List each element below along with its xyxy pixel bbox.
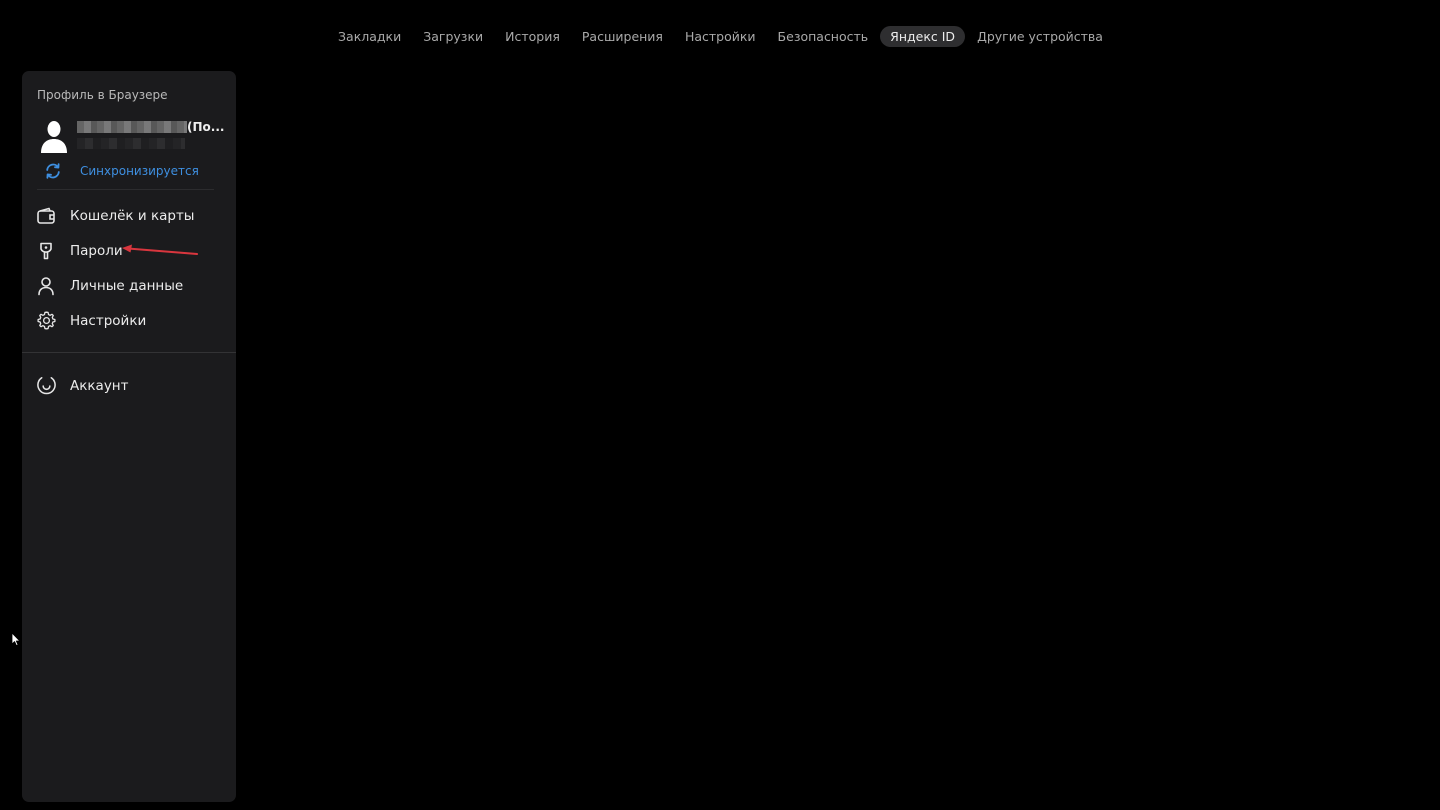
person-icon — [35, 275, 57, 297]
sync-icon — [46, 163, 60, 179]
sidebar-item-label: Кошелёк и карты — [70, 207, 195, 224]
sidebar-menu: Кошелёк и карты Пароли Личные данные Нас… — [22, 198, 236, 338]
gear-icon — [35, 310, 57, 332]
tab-other-devices[interactable]: Другие устройства — [967, 26, 1113, 47]
sidebar-item-settings[interactable]: Настройки — [22, 303, 236, 338]
divider — [22, 352, 236, 353]
sync-status-label: Синхронизируется — [80, 164, 199, 178]
key-icon — [35, 240, 57, 262]
sync-status[interactable]: Синхронизируется — [44, 161, 199, 181]
wallet-icon — [35, 205, 57, 227]
sidebar: Профиль в Браузере (По... Синхронизирует… — [22, 71, 236, 802]
profile-caption: Профиль в Браузере — [37, 88, 168, 102]
sidebar-item-label: Настройки — [70, 312, 147, 329]
sidebar-item-wallet[interactable]: Кошелёк и карты — [22, 198, 236, 233]
avatar[interactable] — [39, 119, 69, 153]
tab-history[interactable]: История — [495, 26, 570, 47]
account-icon — [35, 375, 57, 397]
sidebar-item-account-row[interactable]: Аккаунт — [22, 368, 236, 403]
tab-extensions[interactable]: Расширения — [572, 26, 673, 47]
mouse-cursor-icon — [11, 632, 21, 646]
tab-downloads[interactable]: Загрузки — [413, 26, 493, 47]
profile-name-suffix: (По... — [187, 120, 225, 134]
tab-yandex-id[interactable]: Яндекс ID — [880, 25, 966, 47]
user-silhouette-icon — [41, 121, 67, 153]
divider — [37, 189, 214, 190]
sidebar-item-label: Аккаунт — [70, 377, 129, 394]
sidebar-item-label: Пароли — [70, 242, 123, 259]
profile-name: (По... — [77, 120, 227, 134]
redacted-name — [77, 121, 187, 133]
sidebar-item-passwords[interactable]: Пароли — [22, 233, 236, 268]
tab-security[interactable]: Безопасность — [768, 26, 879, 47]
sidebar-item-label: Личные данные — [70, 277, 184, 294]
sidebar-item-personal-data[interactable]: Личные данные — [22, 268, 236, 303]
tab-bookmarks[interactable]: Закладки — [328, 26, 411, 47]
sidebar-item-account[interactable]: Аккаунт — [22, 368, 236, 403]
tab-settings[interactable]: Настройки — [675, 26, 766, 47]
top-navigation: Закладки Загрузки История Расширения Нас… — [0, 25, 1440, 47]
redacted-email — [77, 138, 185, 149]
